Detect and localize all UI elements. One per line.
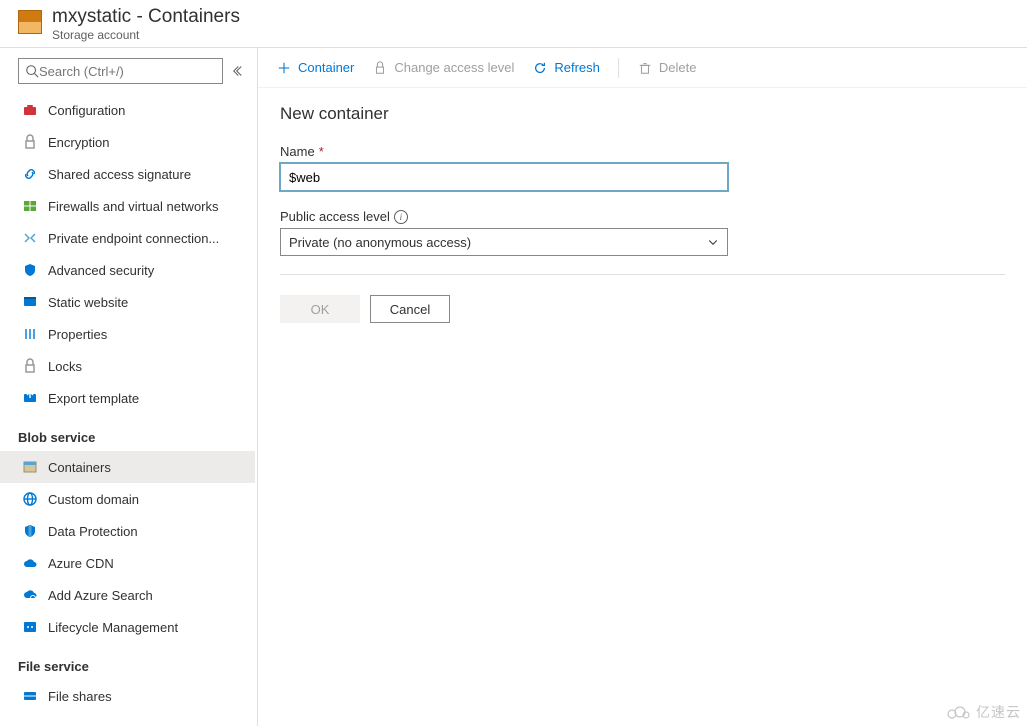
add-container-label: Container — [298, 60, 354, 75]
ok-button: OK — [280, 295, 360, 323]
refresh-label: Refresh — [554, 60, 600, 75]
sidebar-item-static-website[interactable]: Static website — [0, 286, 255, 318]
sidebar-item-label: Locks — [48, 359, 82, 374]
main-content: Container Change access level Refresh De — [258, 48, 1027, 726]
sidebar-item-add-azure-search[interactable]: Add Azure Search — [0, 579, 255, 611]
sidebar-item-configuration[interactable]: Configuration — [0, 94, 255, 126]
page-title: mxystatic - Containers — [52, 6, 240, 28]
new-container-panel: New container Name* Public access level … — [258, 88, 1027, 339]
add-container-button[interactable]: Container — [276, 60, 354, 76]
export-icon — [22, 390, 38, 406]
chevron-down-icon — [707, 236, 719, 248]
delete-button: Delete — [637, 60, 697, 76]
change-access-label: Change access level — [394, 60, 514, 75]
link-icon — [22, 166, 38, 182]
sidebar-item-custom-domain[interactable]: Custom domain — [0, 483, 255, 515]
refresh-button[interactable]: Refresh — [532, 60, 600, 76]
container-icon — [22, 459, 38, 475]
search-box[interactable] — [18, 58, 223, 84]
change-access-level-button: Change access level — [372, 60, 514, 76]
sidebar-item-export-template[interactable]: Export template — [0, 382, 255, 414]
sidebar-item-properties[interactable]: Properties — [0, 318, 255, 350]
sidebar-item-containers[interactable]: Containers — [0, 451, 255, 483]
panel-title: New container — [280, 104, 1005, 124]
sidebar-item-label: Configuration — [48, 103, 125, 118]
firewall-icon — [22, 198, 38, 214]
command-bar: Container Change access level Refresh De — [258, 48, 1027, 88]
sidebar-group: Blob service — [0, 414, 255, 451]
sidebar-item-label: Shared access signature — [48, 167, 191, 182]
name-input[interactable] — [280, 163, 728, 191]
website-icon — [22, 294, 38, 310]
sidebar-item-data-protection[interactable]: Data Protection — [0, 515, 255, 547]
sidebar-item-advanced-security[interactable]: Advanced security — [0, 254, 255, 286]
lock-icon — [22, 358, 38, 374]
sidebar-item-shared-access-signature[interactable]: Shared access signature — [0, 158, 255, 190]
sidebar-item-label: Azure CDN — [48, 556, 114, 571]
shield-icon — [22, 262, 38, 278]
page-subtitle: Storage account — [52, 28, 240, 42]
briefcase-icon — [22, 102, 38, 118]
lock-icon — [372, 60, 388, 76]
endpoint-icon — [22, 230, 38, 246]
storage-account-icon — [18, 10, 42, 34]
command-separator — [618, 58, 619, 78]
plus-icon — [276, 60, 292, 76]
cancel-button[interactable]: Cancel — [370, 295, 450, 323]
sidebar-item-file-shares[interactable]: File shares — [0, 680, 255, 712]
search-cloud-icon — [22, 587, 38, 603]
header-titles: mxystatic - Containers Storage account — [52, 6, 240, 42]
sidebar-item-encryption[interactable]: Encryption — [0, 126, 255, 158]
sidebar-item-private-endpoint-connection-[interactable]: Private endpoint connection... — [0, 222, 255, 254]
info-icon[interactable]: i — [394, 210, 408, 224]
delete-label: Delete — [659, 60, 697, 75]
public-access-level-value: Private (no anonymous access) — [289, 235, 471, 250]
sidebar-item-label: File shares — [48, 689, 112, 704]
sidebar-item-label: Containers — [48, 460, 111, 475]
trash-icon — [637, 60, 653, 76]
fileshare-icon — [22, 688, 38, 704]
sidebar-item-locks[interactable]: Locks — [0, 350, 255, 382]
sidebar-item-azure-cdn[interactable]: Azure CDN — [0, 547, 255, 579]
sidebar-item-label: Encryption — [48, 135, 109, 150]
lock-icon — [22, 134, 38, 150]
sidebar-item-label: Data Protection — [48, 524, 138, 539]
cloud-icon — [22, 555, 38, 571]
shield2-icon — [22, 523, 38, 539]
sidebar-item-label: Custom domain — [48, 492, 139, 507]
sidebar-group: File service — [0, 643, 255, 680]
globe-icon — [22, 491, 38, 507]
sidebar-item-firewalls-and-virtual-networks[interactable]: Firewalls and virtual networks — [0, 190, 255, 222]
sidebar-item-label: Firewalls and virtual networks — [48, 199, 219, 214]
sidebar: Configuration Encryption Shared access sig… — [0, 48, 258, 726]
sidebar-collapse-button[interactable] — [231, 63, 247, 79]
sidebar-item-label: Properties — [48, 327, 107, 342]
search-icon — [25, 64, 39, 78]
search-input[interactable] — [39, 64, 216, 79]
sidebar-item-label: Static website — [48, 295, 128, 310]
public-access-level-select[interactable]: Private (no anonymous access) — [280, 228, 728, 256]
sidebar-item-label: Lifecycle Management — [48, 620, 178, 635]
refresh-icon — [532, 60, 548, 76]
sliders-icon — [22, 326, 38, 342]
page-header: mxystatic - Containers Storage account — [0, 0, 1027, 48]
sidebar-item-label: Private endpoint connection... — [48, 231, 219, 246]
sidebar-item-lifecycle-management[interactable]: Lifecycle Management — [0, 611, 255, 643]
sidebar-item-label: Advanced security — [48, 263, 154, 278]
public-access-level-label: Public access level i — [280, 209, 728, 224]
sidebar-item-label: Export template — [48, 391, 139, 406]
lifecycle-icon — [22, 619, 38, 635]
sidebar-item-label: Add Azure Search — [48, 588, 153, 603]
name-label: Name* — [280, 144, 728, 159]
